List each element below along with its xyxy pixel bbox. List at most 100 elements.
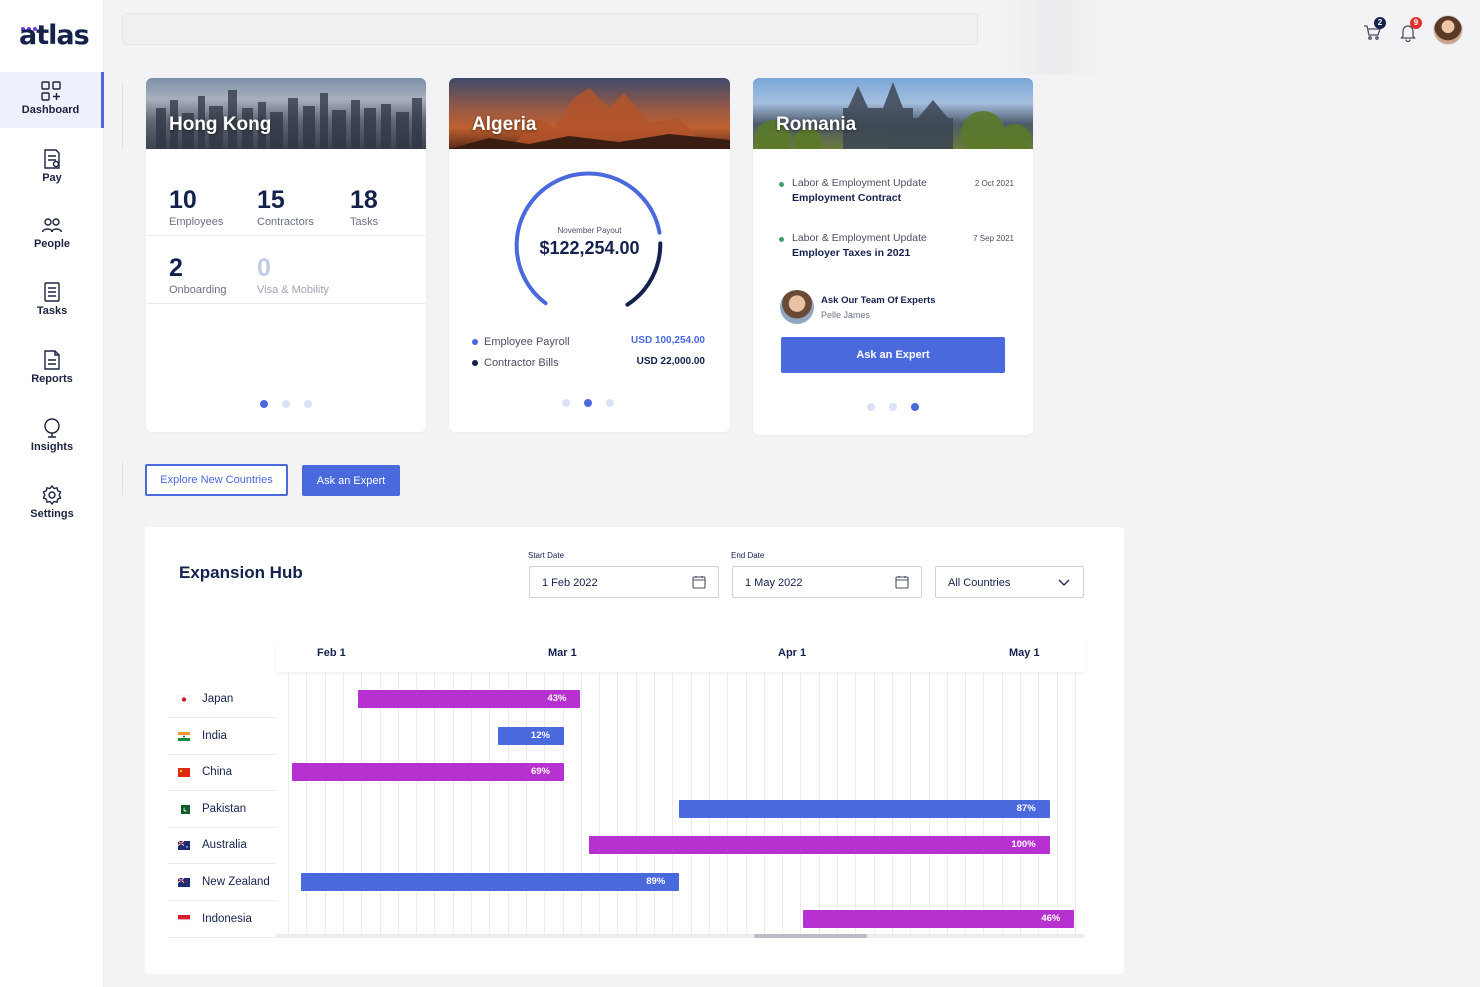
country-name: Australia xyxy=(202,839,247,852)
horizontal-scrollbar[interactable] xyxy=(276,934,1085,938)
start-date-field[interactable]: 1 Feb 2022 xyxy=(529,566,719,598)
country-card-algeria: Algeria November Payout $122,254.00 Empl… xyxy=(449,78,730,432)
gantt-bar[interactable]: 12% xyxy=(498,726,564,745)
japan-flag-icon xyxy=(178,695,190,704)
gantt-gridline xyxy=(434,672,436,934)
user-avatar[interactable] xyxy=(1433,15,1463,45)
carousel-dot[interactable] xyxy=(867,403,875,411)
news-item[interactable]: Labor & Employment Update Employment Con… xyxy=(779,177,1014,213)
legend-contractor-bills: Contractor Bills xyxy=(472,357,559,369)
decorative-fade xyxy=(1000,0,1110,75)
gantt-gridline xyxy=(617,672,619,934)
gantt-gridline xyxy=(397,672,399,934)
gear-icon xyxy=(42,484,62,506)
gauge-label: November Payout xyxy=(557,226,622,235)
sidebar-item-pay[interactable]: Pay xyxy=(0,140,104,196)
visa-label: Visa & Mobility xyxy=(257,284,329,296)
gantt-bar[interactable]: 43% xyxy=(358,690,581,708)
gantt-gridline xyxy=(324,672,326,934)
status-dot xyxy=(779,182,784,187)
reports-icon xyxy=(44,350,60,370)
cart-button[interactable]: 2 xyxy=(1362,17,1386,42)
carousel-dot[interactable] xyxy=(562,399,570,407)
scrollbar-thumb[interactable] xyxy=(754,934,867,938)
gantt-bar[interactable]: 87% xyxy=(679,799,1050,818)
gantt-bar[interactable]: 100% xyxy=(588,836,1050,855)
country-row[interactable]: India xyxy=(168,718,276,755)
sidebar-item-tasks[interactable]: Tasks xyxy=(0,273,104,329)
carousel-dots xyxy=(867,403,919,411)
tasks-label: Tasks xyxy=(350,216,379,228)
tasks-count: 18 xyxy=(350,186,378,214)
carousel-dot[interactable] xyxy=(911,403,919,411)
country-row[interactable]: Indonesia xyxy=(168,901,276,938)
card-header-image: Romania xyxy=(753,78,1033,149)
employees-count: 10 xyxy=(169,186,197,214)
country-name: Pakistan xyxy=(202,802,247,815)
gantt-gridline xyxy=(580,672,582,934)
gantt-gridline xyxy=(599,672,601,934)
ask-expert-button[interactable]: Ask an Expert xyxy=(302,465,400,496)
news-title: Employment Contract xyxy=(792,192,902,204)
gauge-value: $122,254.00 xyxy=(539,238,640,258)
gantt-bar[interactable]: 89% xyxy=(300,873,680,891)
carousel-dot[interactable] xyxy=(260,400,268,408)
gantt-bar[interactable]: 69% xyxy=(292,763,564,782)
carousel-dot[interactable] xyxy=(889,403,897,411)
end-date-value: 1 May 2022 xyxy=(745,577,803,589)
gantt-bar[interactable]: 46% xyxy=(802,909,1075,928)
card-header-image: Hong Kong xyxy=(146,78,426,149)
country-name: New Zealand xyxy=(202,876,270,888)
country-row[interactable]: Australia xyxy=(168,827,276,865)
sidebar-item-label: People xyxy=(33,238,71,250)
country-row[interactable]: Japan xyxy=(168,681,276,718)
carousel-dot[interactable] xyxy=(282,400,290,408)
news-title: Employer Taxes in 2021 xyxy=(792,247,911,259)
sidebar-item-reports[interactable]: Reports xyxy=(0,341,104,397)
atlas-logo[interactable]: atlas xyxy=(19,18,90,51)
carousel-dot[interactable] xyxy=(606,399,614,407)
country-filter-value: All Countries xyxy=(948,577,1011,589)
tasks-icon xyxy=(44,282,60,302)
carousel-dot[interactable] xyxy=(584,399,592,407)
sidebar-item-people[interactable]: People xyxy=(0,206,104,262)
explore-countries-button[interactable]: Explore New Countries xyxy=(145,464,288,496)
people-icon xyxy=(41,218,63,233)
ask-expert-card-button[interactable]: Ask an Expert xyxy=(781,337,1005,373)
legend-dot xyxy=(472,339,478,346)
country-row[interactable]: New Zealand xyxy=(168,864,276,901)
employees-label: Employees xyxy=(169,216,224,228)
sidebar-item-label: Settings xyxy=(30,508,74,520)
card-header-image: Algeria xyxy=(449,78,730,149)
country-card-hong-kong: Hong Kong 10 Employees 15 Contractors 18… xyxy=(146,78,426,432)
sidebar-item-settings[interactable]: Settings xyxy=(0,476,104,532)
sidebar-item-dashboard[interactable]: Dashboard xyxy=(0,72,104,128)
insights-icon xyxy=(44,418,60,438)
end-date-field[interactable]: 1 May 2022 xyxy=(732,566,922,598)
sidebar-item-label: Insights xyxy=(30,441,74,453)
indonesia-flag-icon xyxy=(178,914,190,924)
news-category: Labor & Employment Update xyxy=(792,177,927,189)
payroll-amount: USD 100,254.00 xyxy=(631,335,705,346)
legend-dot xyxy=(472,360,478,367)
legend-label: Employee Payroll xyxy=(484,336,570,348)
divider xyxy=(146,235,426,236)
divider xyxy=(122,462,123,495)
india-flag-icon xyxy=(178,731,190,741)
gantt-gridline xyxy=(342,672,344,934)
country-row[interactable]: China xyxy=(168,754,276,792)
new-zealand-flag-icon xyxy=(178,878,190,887)
country-row[interactable]: Pakistan xyxy=(168,791,276,828)
sidebar-item-label: Reports xyxy=(31,373,73,385)
news-item[interactable]: Labor & Employment Update Employer Taxes… xyxy=(779,232,1014,268)
card-title: Algeria xyxy=(472,114,537,135)
legend-employee-payroll: Employee Payroll xyxy=(472,336,570,348)
country-filter-select[interactable]: All Countries xyxy=(935,566,1084,598)
calendar-icon xyxy=(895,576,909,589)
carousel-dot[interactable] xyxy=(304,400,312,408)
onboarding-label: Onboarding xyxy=(169,284,227,296)
notifications-button[interactable]: 9 xyxy=(1398,17,1422,43)
search-input[interactable] xyxy=(122,13,978,45)
sidebar-item-insights[interactable]: Insights xyxy=(0,409,104,465)
chevron-down-icon xyxy=(1058,579,1070,586)
